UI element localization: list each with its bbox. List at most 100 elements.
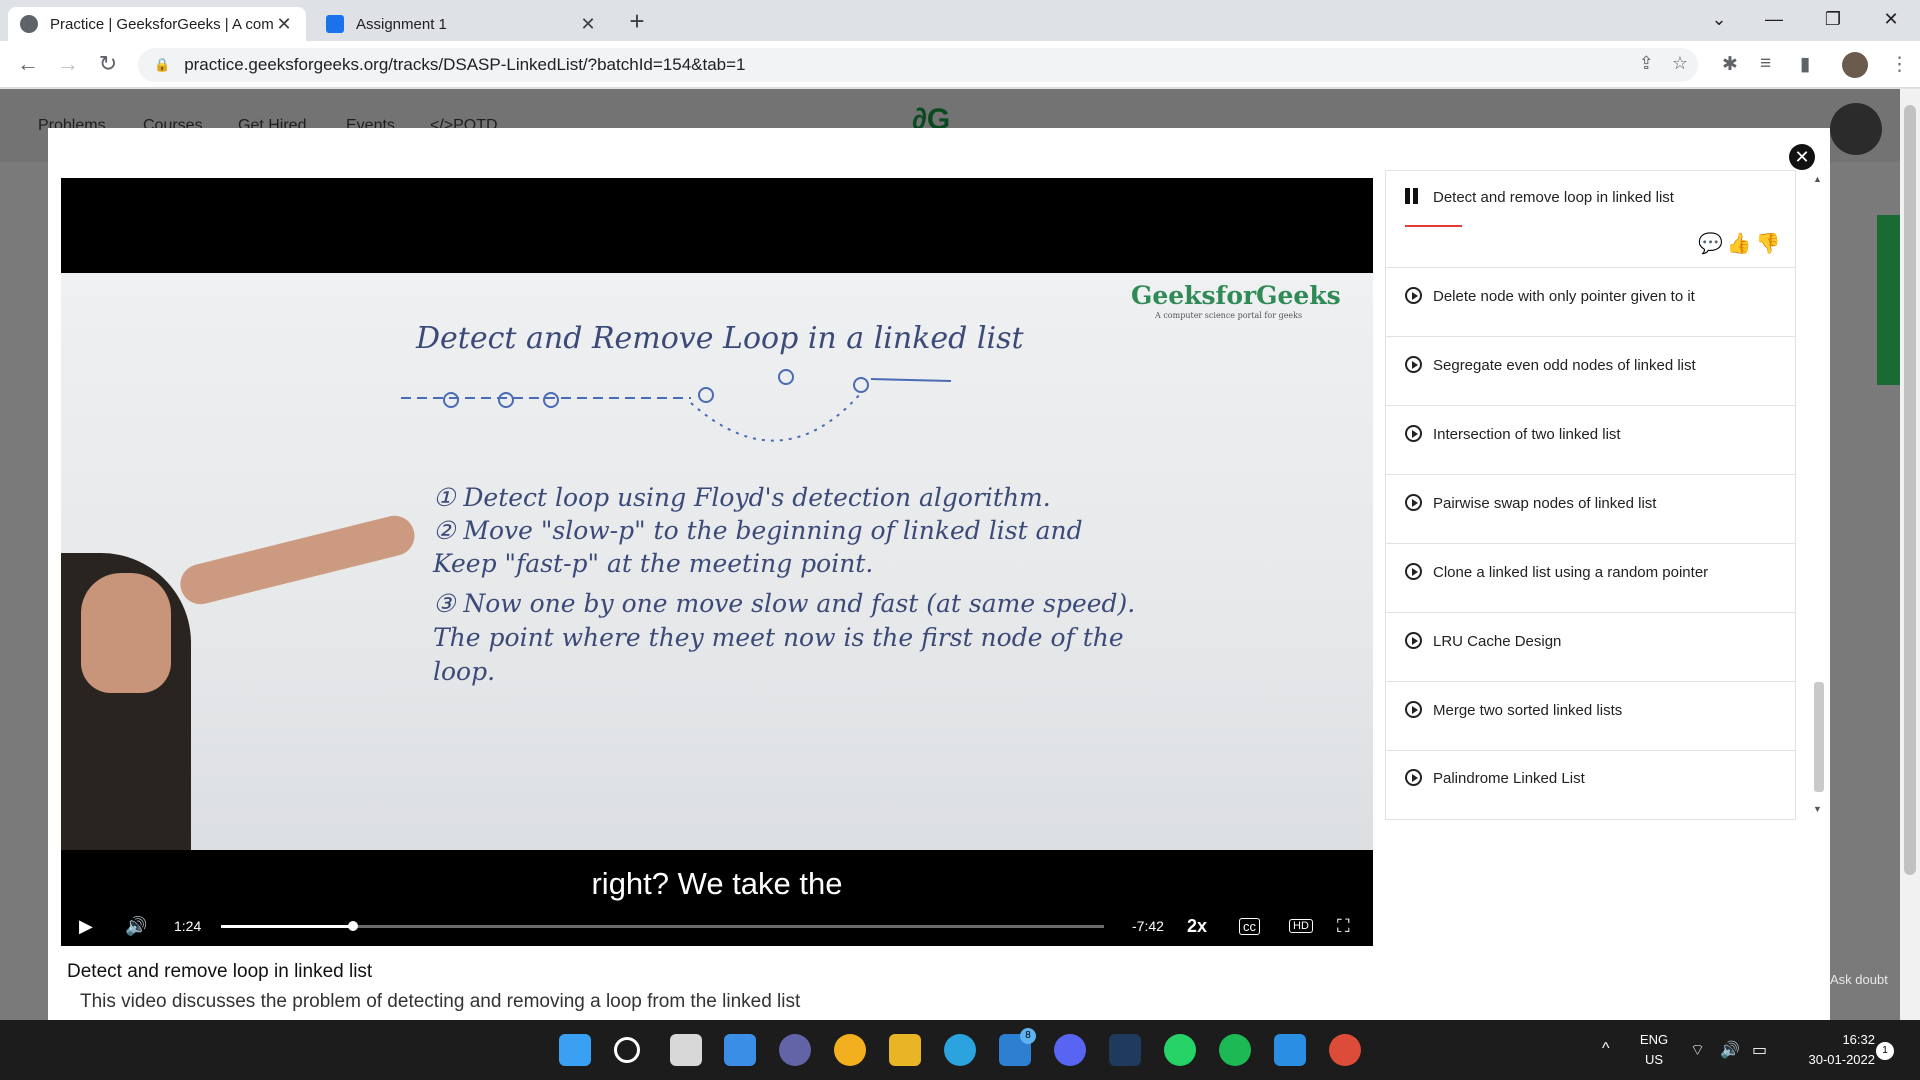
playlist-item-label: Detect and remove loop in linked list [1433,189,1674,206]
playlist-item-label: Merge two sorted linked lists [1433,702,1623,719]
minimize-button[interactable]: — [1745,0,1803,40]
fullscreen-icon[interactable]: ⛶ [1337,916,1350,937]
playlist-item-current[interactable]: Detect and remove loop in linked list 💬 … [1386,171,1795,268]
notification-badge[interactable]: 1 [1876,1042,1894,1060]
play-circle-icon [1405,701,1422,718]
page-scrollbar[interactable] [1900,89,1920,1020]
playlist-scrollbar-thumb[interactable] [1814,682,1824,792]
prime-video-icon[interactable] [1109,1034,1141,1066]
scrollbar-thumb[interactable] [1904,105,1916,875]
playlist-item[interactable]: Delete node with only pointer given to i… [1386,268,1795,337]
profile-avatar[interactable] [1842,52,1868,78]
spotify-icon[interactable] [1219,1034,1251,1066]
thumbs-up-icon[interactable]: 👍 [1727,231,1752,256]
language-indicator[interactable]: ENG [1636,1032,1672,1047]
playlist-item[interactable]: Segregate even odd nodes of linked list [1386,337,1795,406]
play-icon[interactable]: ▶ [79,916,93,937]
tab-assignment-1[interactable]: Assignment 1 ✕ [314,7,610,41]
side-panel-icon[interactable]: ▮ [1800,53,1810,76]
playlist-item[interactable]: Pairwise swap nodes of linked list [1386,475,1795,544]
widgets-icon[interactable] [724,1034,756,1066]
file-explorer-icon[interactable] [889,1034,921,1066]
share-icon[interactable]: ⇪ [1639,53,1654,74]
scroll-down-icon[interactable]: ▼ [1813,804,1822,814]
discord-icon[interactable] [1054,1034,1086,1066]
scroll-up-icon[interactable]: ▲ [1813,174,1822,184]
region-indicator[interactable]: US [1636,1052,1672,1067]
address-bar[interactable]: 🔒 practice.geeksforgeeks.org/tracks/DSAS… [138,48,1698,82]
chrome-icon[interactable] [1329,1034,1361,1066]
play-circle-icon [1405,494,1422,511]
closed-captions-icon[interactable]: cc [1239,917,1260,935]
forward-icon[interactable]: → [52,49,84,81]
back-icon[interactable]: ← [12,49,44,81]
speaker-icon[interactable]: 🔊 [1720,1040,1740,1060]
play-circle-icon [1405,632,1422,649]
play-circle-icon [1405,356,1422,373]
presenter-arm [176,511,419,609]
clock-date[interactable]: 30-01-2022 [1785,1052,1876,1067]
bookmark-star-icon[interactable]: ☆ [1672,53,1688,74]
search-icon[interactable] [614,1037,640,1063]
menu-kebab-icon[interactable]: ⋮ [1890,53,1909,76]
browser-tabstrip: Practice | GeeksforGeeks | A com ✕ Assig… [0,0,1920,41]
linked-list-sketch [401,369,952,442]
weather-icon[interactable] [834,1034,866,1066]
chevron-up-icon[interactable]: ^ [1602,1040,1610,1058]
pause-icon [1405,188,1419,204]
watch-progress-line [1405,225,1462,227]
video-controls: ▶ 🔊 1:24 -7:42 2x cc HD ⛶ [61,906,1373,946]
seek-handle[interactable] [348,921,359,931]
playlist-item-label: Clone a linked list using a random point… [1433,564,1709,581]
playlist-item[interactable]: Palindrome Linked List [1386,751,1795,819]
playback-speed-button[interactable]: 2x [1187,916,1207,937]
close-window-button[interactable]: ✕ [1862,0,1920,40]
media-control-icon[interactable]: ≡ [1760,53,1771,75]
maximize-button[interactable]: ❐ [1804,0,1862,40]
task-view-icon[interactable] [670,1034,702,1066]
video-title: Detect and remove loop in linked list [67,961,373,982]
playlist-scrollbar[interactable]: ▲ ▼ [1811,172,1827,820]
url-text: practice.geeksforgeeks.org/tracks/DSASP-… [184,55,746,74]
close-modal-icon[interactable]: ✕ [1789,144,1815,170]
tab-search-icon[interactable]: ⌄ [1690,0,1748,40]
playlist-item[interactable]: Merge two sorted linked lists [1386,682,1795,751]
seek-bar[interactable] [221,921,1104,931]
user-avatar[interactable] [1830,103,1882,155]
presenter-face [81,573,171,693]
close-tab-icon[interactable]: ✕ [274,14,294,35]
board-line-2: ② Move "slow-p" to the beginning of link… [433,516,1083,545]
video-player[interactable]: GeeksforGeeks A computer science portal … [61,178,1373,946]
tab-practice-geeksforgeeks[interactable]: Practice | GeeksforGeeks | A com ✕ [8,7,306,41]
vscode-icon[interactable] [1274,1034,1306,1066]
windows-start-icon[interactable] [559,1034,591,1066]
reload-icon[interactable]: ↻ [92,49,124,81]
volume-icon[interactable]: 🔊 [125,916,147,937]
tab-title: Assignment 1 [356,15,447,33]
battery-icon[interactable]: ▭ [1752,1040,1767,1060]
tab-title: Practice | GeeksforGeeks | A com [50,15,274,33]
thumbs-down-icon[interactable]: 👎 [1756,231,1781,256]
extensions-icon[interactable]: ✱ [1722,53,1738,76]
comment-icon[interactable]: 💬 [1698,231,1723,256]
playlist-item-label: LRU Cache Design [1433,633,1562,650]
wifi-icon[interactable]: ⌔ [1690,1040,1705,1060]
playlist-item[interactable]: Clone a linked list using a random point… [1386,544,1795,613]
hd-quality-icon[interactable]: HD [1289,919,1313,933]
teams-chat-icon[interactable] [779,1034,811,1066]
seek-bar-fill [221,925,354,928]
playlist-item[interactable]: LRU Cache Design [1386,613,1795,682]
subtitle-caption: right? We take the [591,866,843,901]
playlist-item-label: Intersection of two linked list [1433,426,1621,443]
play-circle-icon [1405,563,1422,580]
ask-doubt-button[interactable]: Ask doubt [1830,972,1888,987]
playlist-item-label: Pairwise swap nodes of linked list [1433,495,1657,512]
close-tab-icon[interactable]: ✕ [578,14,598,35]
whatsapp-icon[interactable] [1164,1034,1196,1066]
playlist-item[interactable]: Intersection of two linked list [1386,406,1795,475]
live-batches-tab[interactable] [1877,215,1900,385]
telegram-icon[interactable] [944,1034,976,1066]
globe-icon [20,15,38,33]
clock-time[interactable]: 16:32 [1785,1032,1875,1047]
new-tab-button[interactable]: + [620,7,654,37]
